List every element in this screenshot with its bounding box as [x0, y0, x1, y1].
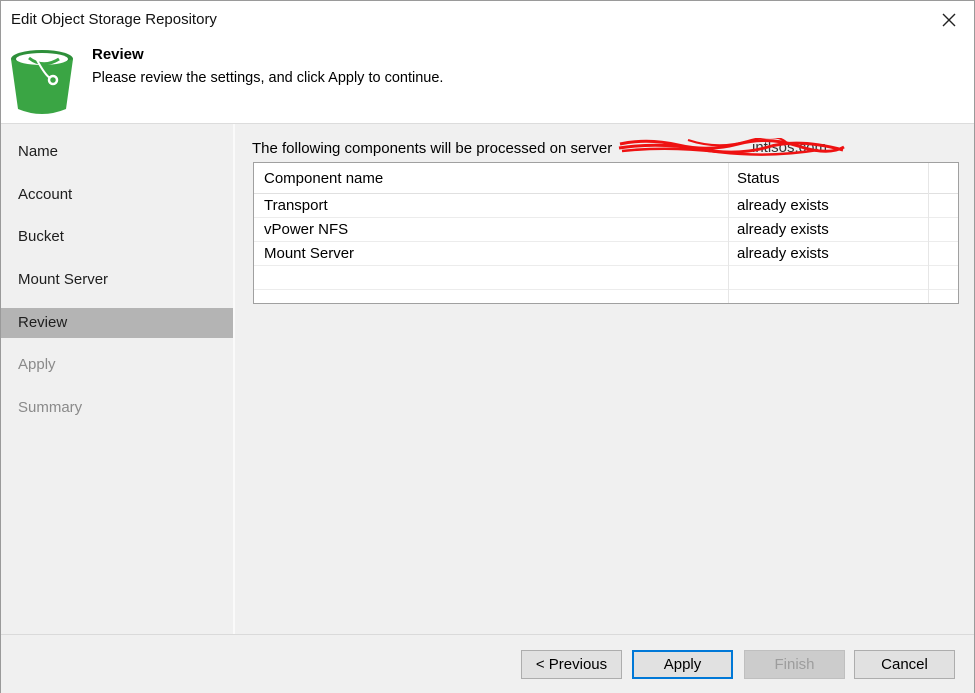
sidebar-item-label: Bucket: [18, 228, 64, 245]
component-name-cell: vPower NFS: [264, 221, 349, 238]
components-table: Component name Status Transport already …: [253, 162, 959, 304]
page-subtitle: Please review the settings, and click Ap…: [92, 70, 444, 86]
intro-text: The following components will be process…: [252, 136, 846, 157]
sidebar-item-name[interactable]: Name: [1, 137, 233, 167]
empty-table-row: [254, 266, 958, 290]
sidebar-item-label: Mount Server: [18, 271, 109, 288]
table-row[interactable]: Mount Server already exists: [254, 242, 958, 266]
intro-label: The following components will be process…: [252, 140, 613, 157]
bucket-icon: [11, 50, 73, 114]
main-content: The following components will be process…: [233, 124, 974, 634]
component-name-cell: Transport: [264, 197, 328, 214]
cancel-button[interactable]: Cancel: [854, 650, 955, 679]
sidebar-item-account[interactable]: Account: [1, 180, 233, 210]
status-cell: already exists: [737, 197, 829, 214]
status-cell: already exists: [737, 221, 829, 238]
previous-button[interactable]: < Previous: [521, 650, 622, 679]
wizard-footer: < Previous Apply Finish Cancel: [1, 634, 974, 693]
table-row[interactable]: vPower NFS already exists: [254, 218, 958, 242]
dialog-window: Edit Object Storage Repository Review Pl…: [0, 0, 975, 693]
sidebar-item-label: Review: [18, 314, 68, 331]
sidebar-item-apply: Apply: [1, 350, 233, 380]
sidebar-item-label: Summary: [18, 399, 83, 416]
sidebar-item-summary: Summary: [1, 393, 233, 423]
page-title: Review: [92, 46, 144, 63]
component-name-cell: Mount Server: [264, 245, 355, 262]
column-header-status[interactable]: Status: [737, 163, 780, 194]
table-row[interactable]: Transport already exists: [254, 194, 958, 218]
sidebar-item-label: Account: [18, 186, 73, 203]
wizard-header: Review Please review the settings, and c…: [1, 39, 974, 123]
sidebar-item-bucket[interactable]: Bucket: [1, 222, 233, 252]
close-button[interactable]: [934, 5, 964, 35]
table-header-row: Component name Status: [254, 163, 958, 194]
redacted-server-name: intlsos.com: [618, 136, 846, 156]
sidebar-item-mount-server[interactable]: Mount Server: [1, 265, 233, 295]
sidebar-item-label: Name: [18, 143, 59, 160]
sidebar-item-review[interactable]: Review: [1, 308, 233, 338]
column-divider: [728, 163, 729, 303]
wizard-steps-sidebar: Name Account Bucket Mount Server Review …: [1, 124, 233, 634]
close-icon: [942, 13, 956, 27]
column-divider: [928, 163, 929, 303]
window-title: Edit Object Storage Repository: [11, 11, 217, 28]
apply-button[interactable]: Apply: [632, 650, 733, 679]
title-bar: Edit Object Storage Repository: [1, 1, 974, 39]
status-cell: already exists: [737, 245, 829, 262]
column-header-component[interactable]: Component name: [264, 163, 383, 194]
finish-button: Finish: [744, 650, 845, 679]
sidebar-item-label: Apply: [18, 356, 56, 373]
